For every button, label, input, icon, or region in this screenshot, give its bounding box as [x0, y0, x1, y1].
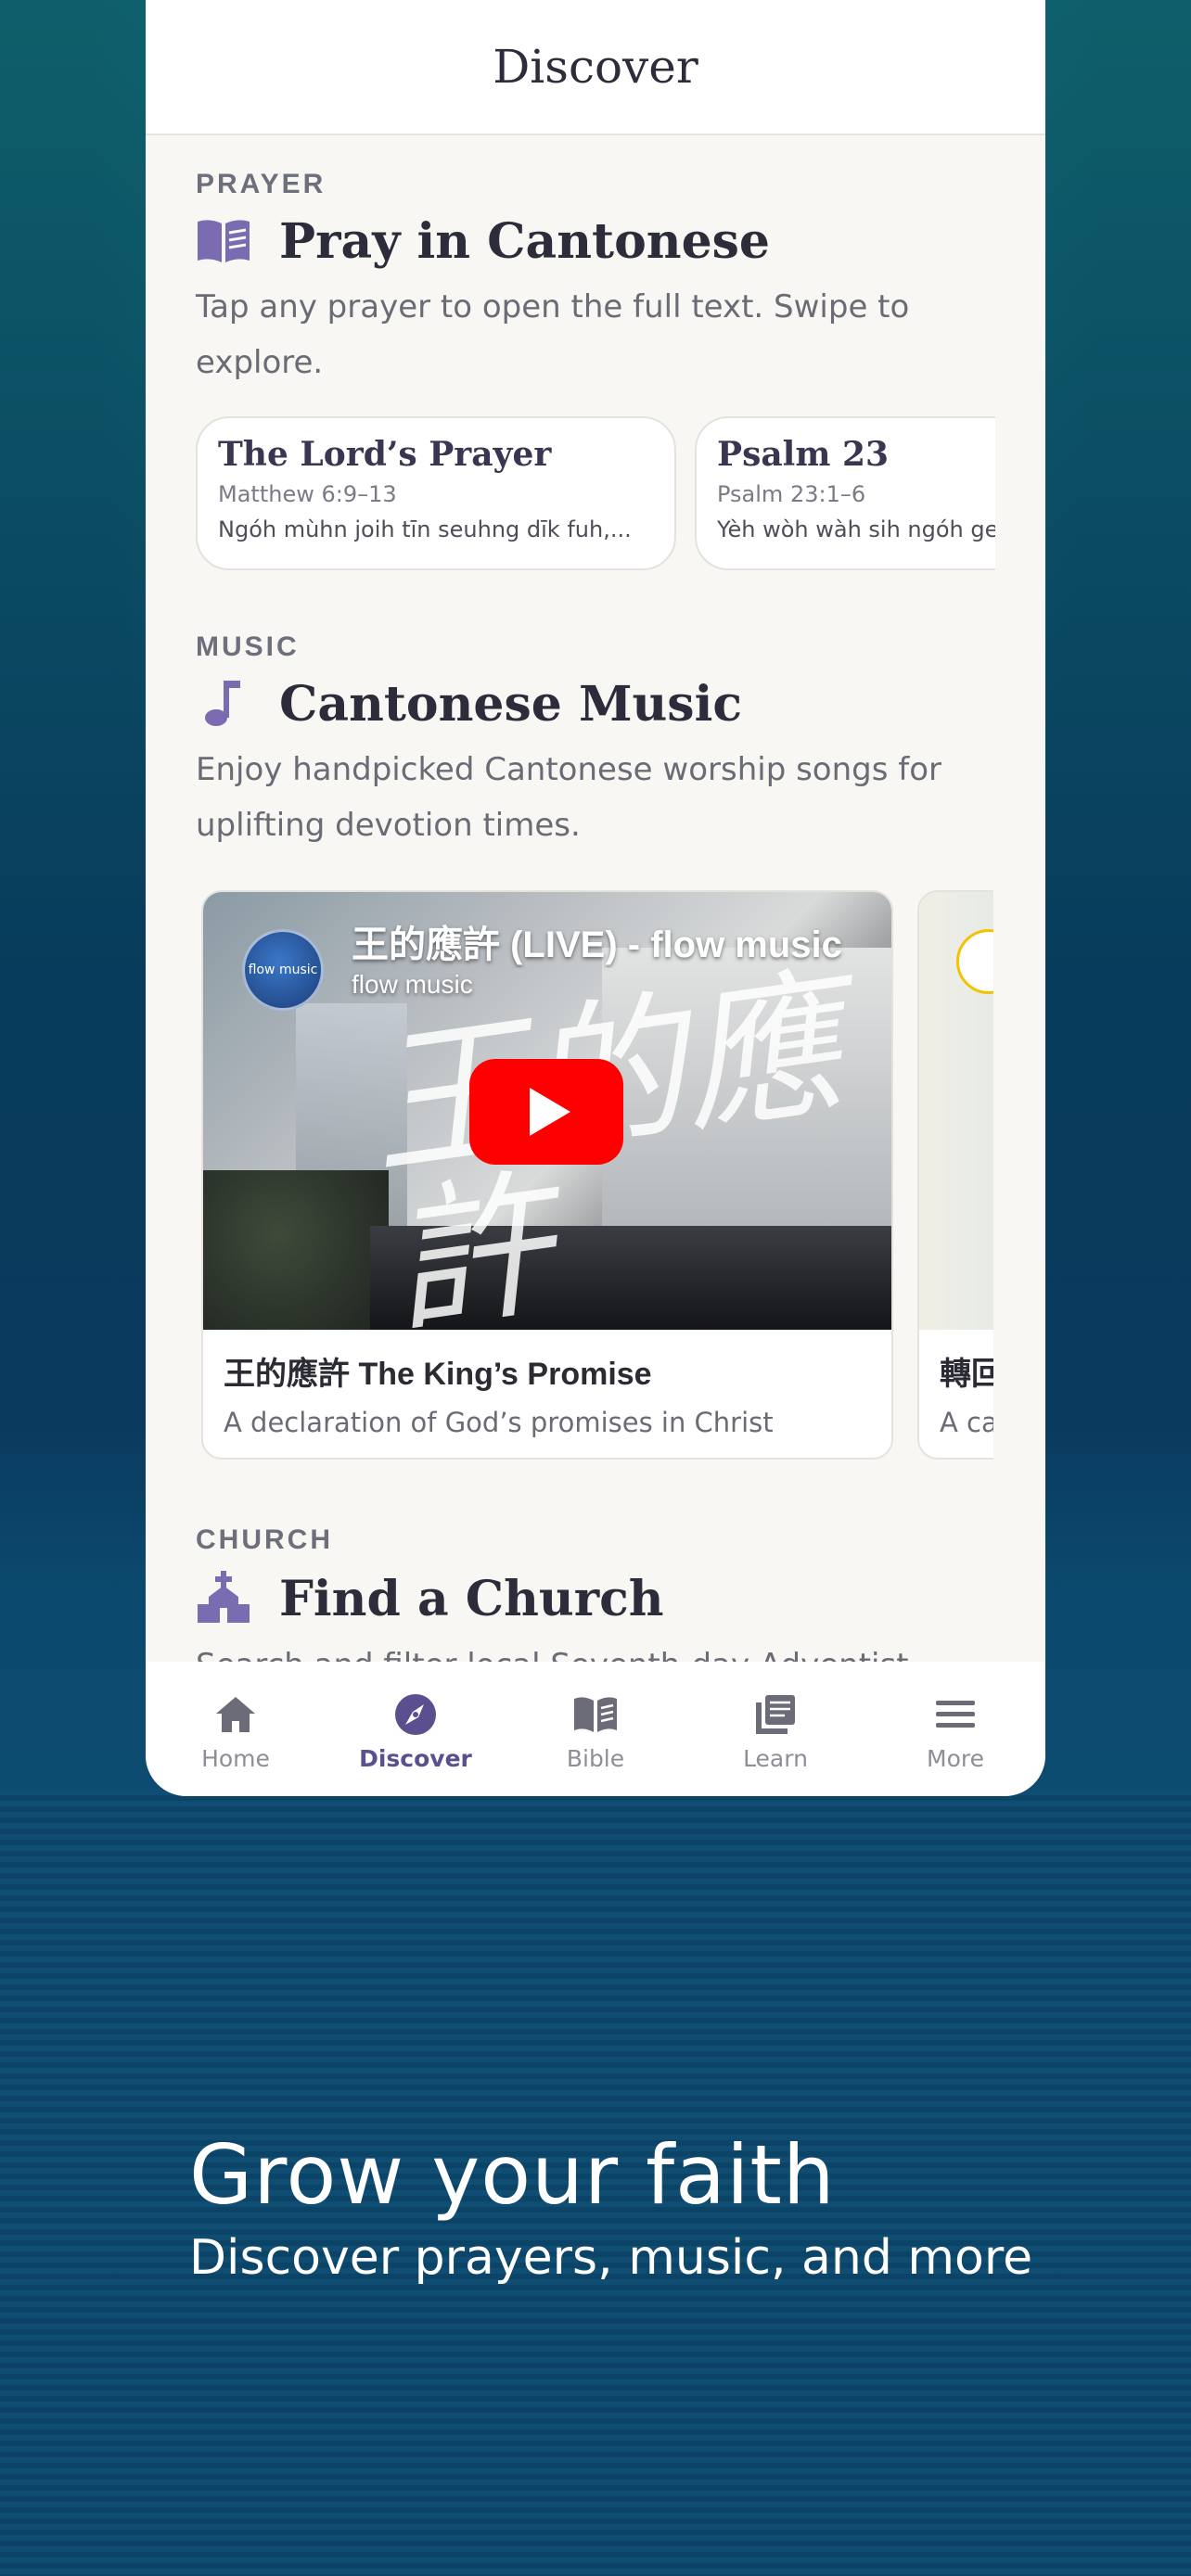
home-icon: [216, 1697, 255, 1732]
video-subtitle: A declaration of God’s promises in Chris…: [224, 1407, 774, 1438]
channel-logo[interactable]: [956, 929, 993, 994]
music-note-icon: [196, 677, 251, 733]
bottom-navigation: Home Discover Bible Learn More: [146, 1662, 1045, 1796]
church-kicker: CHURCH: [196, 1524, 333, 1555]
nav-label: More: [927, 1745, 984, 1772]
video-card-kings-promise[interactable]: 王的應許 flow music 王的應許 (LIVE) - flow music…: [201, 890, 893, 1460]
nav-discover[interactable]: Discover: [326, 1691, 506, 1772]
youtube-play-button[interactable]: [469, 1059, 623, 1165]
nav-bible[interactable]: Bible: [506, 1691, 685, 1772]
promo-caption: Grow your faith Discover prayers, music,…: [189, 2129, 1032, 2290]
nav-learn[interactable]: Learn: [685, 1691, 865, 1772]
prayer-card-text: Yèh wòh wàh sih ngóh ge m: [717, 516, 995, 542]
top-bar: Discover: [146, 0, 1045, 135]
video-meta: 轉回 A cal: [919, 1330, 993, 1457]
bible-icon: [574, 1697, 617, 1732]
music-section: MUSIC Cantonese Music Enjoy handpicked C…: [196, 631, 1045, 1460]
nav-label: Discover: [359, 1745, 472, 1772]
video-thumbnail[interactable]: 王的應許 flow music 王的應許 (LIVE) - flow music…: [203, 892, 891, 1357]
compass-icon: [395, 1694, 436, 1735]
prayer-card-lords-prayer[interactable]: The Lord’s Prayer Matthew 6:9–13 Ngóh mù…: [196, 416, 676, 570]
prayer-card-psalm-23[interactable]: Psalm 23 Psalm 23:1–6 Yèh wòh wàh sih ng…: [695, 416, 995, 570]
prayer-title: Pray in Cantonese: [279, 213, 771, 270]
video-subtitle: A cal: [940, 1407, 993, 1438]
music-title: Cantonese Music: [279, 676, 743, 733]
prayer-section: PRAYER Pray in Cantonese Tap any prayer …: [196, 169, 1045, 570]
music-description: Enjoy handpicked Cantonese worship songs…: [196, 751, 941, 844]
promo-headline: Grow your faith: [189, 2127, 836, 2223]
prayer-card-text: Ngóh mùhn joih tīn seuhng dīk fuh,...: [218, 516, 632, 542]
video-thumbnail[interactable]: [919, 892, 993, 1330]
church-heading: Find a Church: [196, 1569, 1045, 1628]
youtube-video-title[interactable]: 王的應許 (LIVE) - flow music: [352, 914, 890, 968]
channel-logo[interactable]: flow music: [242, 929, 324, 1011]
church-icon: [196, 1569, 251, 1628]
prayer-card-title: The Lord’s Prayer: [218, 435, 552, 474]
learn-icon: [756, 1695, 795, 1734]
music-heading: Cantonese Music: [196, 676, 1045, 733]
app-screen: Discover PRAYER Pray in Cantonese Tap an…: [146, 0, 1045, 1796]
church-title: Find a Church: [279, 1570, 664, 1627]
nav-label: Home: [201, 1745, 270, 1772]
promo-subheadline: Discover prayers, music, and more: [189, 2230, 1033, 2286]
nav-label: Learn: [743, 1745, 808, 1772]
prayer-carousel[interactable]: The Lord’s Prayer Matthew 6:9–13 Ngóh mù…: [196, 416, 995, 570]
thumbnail-trees: [203, 1170, 389, 1330]
nav-more[interactable]: More: [865, 1691, 1045, 1772]
prayer-card-ref: Matthew 6:9–13: [218, 481, 397, 507]
video-meta: 王的應許 The King’s Promise A declaration of…: [203, 1330, 891, 1457]
book-open-icon: [196, 216, 251, 268]
youtube-channel-name[interactable]: flow music: [352, 970, 473, 1000]
play-icon: [530, 1088, 570, 1136]
prayer-heading: Pray in Cantonese: [196, 213, 1045, 270]
prayer-description: Tap any prayer to open the full text. Sw…: [196, 288, 910, 381]
music-kicker: MUSIC: [196, 631, 300, 662]
menu-icon: [936, 1701, 975, 1728]
nav-home[interactable]: Home: [146, 1691, 326, 1772]
page-title: Discover: [493, 40, 698, 94]
prayer-card-ref: Psalm 23:1–6: [717, 481, 866, 507]
nav-label: Bible: [566, 1745, 625, 1772]
video-title: 轉回: [940, 1357, 993, 1392]
music-carousel[interactable]: 王的應許 flow music 王的應許 (LIVE) - flow music…: [196, 890, 993, 1460]
video-title: 王的應許 The King’s Promise: [224, 1357, 652, 1392]
prayer-kicker: PRAYER: [196, 169, 327, 199]
video-card-second[interactable]: 轉回 A cal: [917, 890, 993, 1460]
thumbnail-calligraphy: 王的應許: [358, 952, 852, 1357]
prayer-card-title: Psalm 23: [717, 435, 890, 474]
discover-content[interactable]: PRAYER Pray in Cantonese Tap any prayer …: [146, 169, 1045, 1693]
